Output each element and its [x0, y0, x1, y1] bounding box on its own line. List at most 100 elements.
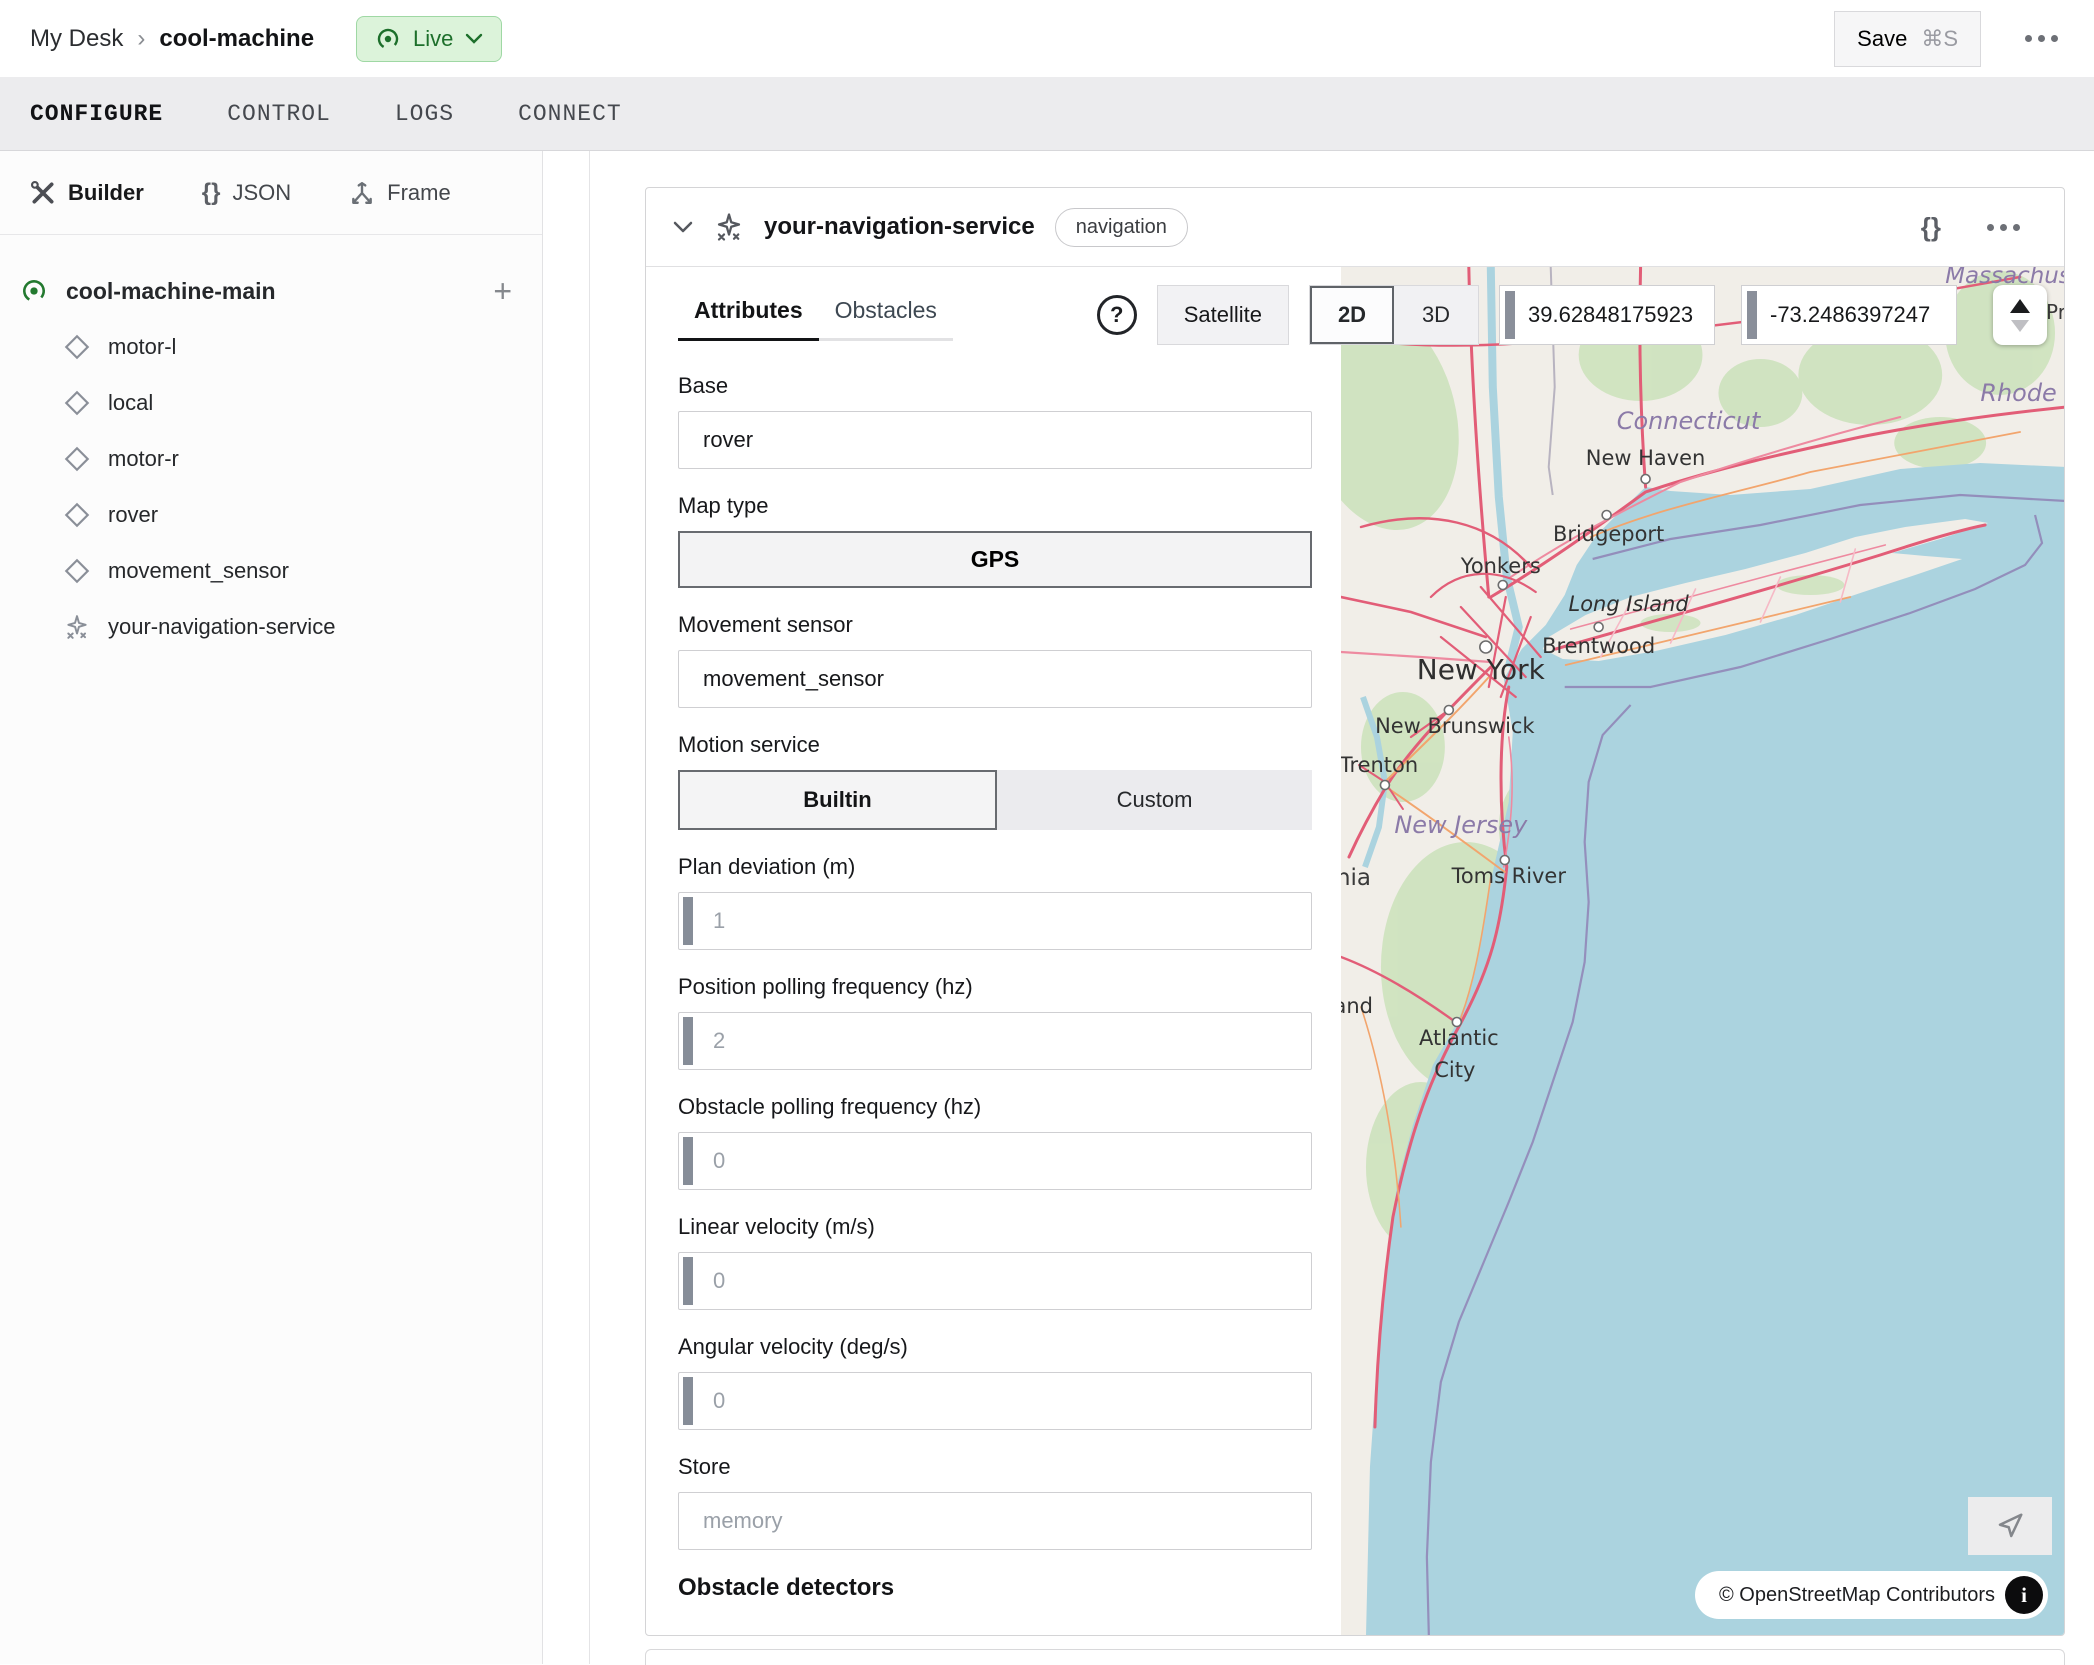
city-label: Toms River [1451, 864, 1567, 888]
linear-velocity-input[interactable] [678, 1252, 1312, 1310]
motion-builtin-option[interactable]: Builtin [678, 770, 997, 830]
obstacle-polling-label: Obstacle polling frequency (hz) [678, 1094, 1312, 1120]
view-frame[interactable]: Frame [349, 180, 451, 206]
city-label: Yonkers [1460, 554, 1541, 578]
live-label: Live [413, 26, 453, 52]
tab-attributes[interactable]: Attributes [678, 287, 819, 341]
map-type-label: Map type [678, 493, 1312, 519]
mode-3d-button[interactable]: 3D [1394, 286, 1478, 344]
angular-velocity-input[interactable] [678, 1372, 1312, 1430]
base-label: Base [678, 373, 1312, 399]
overflow-menu-icon[interactable] [2019, 29, 2064, 48]
main-content: your-navigation-service navigation {} [591, 151, 2094, 1664]
latitude-input[interactable] [1500, 286, 1714, 344]
tree-item-label: cool-machine-main [66, 278, 276, 305]
braces-icon: {} [202, 179, 221, 207]
motion-service-toggle: Builtin Custom [678, 770, 1312, 830]
store-input[interactable] [678, 1492, 1312, 1550]
tab-connect[interactable]: CONNECT [518, 101, 622, 127]
movement-sensor-input[interactable] [678, 650, 1312, 708]
card-menu-icon[interactable] [1981, 218, 2026, 237]
save-button[interactable]: Save ⌘S [1834, 11, 1981, 67]
component-diamond-icon [64, 446, 90, 472]
map-toolbar: ? Satellite 2D 3D [1097, 285, 2047, 345]
attributes-form: Attributes Obstacles Base Map type GPS M… [678, 267, 1312, 1602]
tree-item-machine[interactable]: cool-machine-main + [20, 263, 522, 319]
view-frame-label: Frame [387, 180, 451, 206]
tree-item-label: rover [108, 502, 158, 528]
city-label: Brentwood [1542, 634, 1655, 658]
coordinate-stepper[interactable] [1993, 285, 2047, 345]
info-icon[interactable]: i [2005, 1576, 2043, 1614]
state-label: Pennsylvania [1341, 865, 1371, 891]
collapse-chevron-icon[interactable] [672, 219, 694, 235]
tree-item-motor-r[interactable]: motor-r [20, 431, 522, 487]
live-status-dropdown[interactable]: Live [356, 16, 502, 62]
breadcrumb-root[interactable]: My Desk [30, 25, 123, 53]
motion-service-label: Motion service [678, 732, 1312, 758]
plan-deviation-input[interactable] [678, 892, 1312, 950]
longitude-input[interactable] [1742, 286, 1956, 344]
city-label: New Brunswick [1375, 714, 1535, 738]
attribution-text[interactable]: © OpenStreetMap Contributors [1719, 1584, 1995, 1607]
component-diamond-icon [64, 390, 90, 416]
next-card-edge[interactable] [645, 1649, 2065, 1665]
tree-item-local[interactable]: local [20, 375, 522, 431]
city-label: New York [1417, 653, 1546, 686]
plan-deviation-label: Plan deviation (m) [678, 854, 1312, 880]
position-polling-input[interactable] [678, 1012, 1312, 1070]
state-label: Connecticut [1617, 407, 1762, 435]
breadcrumb-separator-icon: › [137, 25, 145, 53]
tab-control[interactable]: CONTROL [227, 101, 331, 127]
machine-part-icon [20, 277, 48, 305]
city-label: Vineland [1341, 994, 1373, 1018]
component-diamond-icon [64, 502, 90, 528]
add-component-button[interactable]: + [483, 273, 522, 310]
tab-obstacles[interactable]: Obstacles [819, 287, 953, 341]
code-braces-icon[interactable]: {} [1921, 212, 1941, 243]
map-attribution: © OpenStreetMap Contributors i [1695, 1571, 2048, 1619]
tree-item-rover[interactable]: rover [20, 487, 522, 543]
satellite-toggle-button[interactable]: Satellite [1157, 285, 1289, 345]
view-json-label: JSON [232, 180, 291, 206]
tree-item-label: your-navigation-service [108, 614, 335, 640]
tree-item-navigation-service[interactable]: your-navigation-service [20, 599, 522, 655]
state-label: Rhode Island [1980, 379, 2065, 407]
step-up-icon [2010, 299, 2030, 313]
mode-2d-button[interactable]: 2D [1310, 286, 1394, 344]
card-tabs: Attributes Obstacles [678, 287, 953, 341]
service-type-badge: navigation [1055, 208, 1188, 247]
view-builder[interactable]: Builder [30, 180, 144, 206]
card-title: your-navigation-service [764, 213, 1035, 241]
panel-divider[interactable] [544, 151, 590, 1664]
tree-item-label: motor-r [108, 446, 179, 472]
latitude-input-wrap [1499, 285, 1715, 345]
obstacle-polling-input[interactable] [678, 1132, 1312, 1190]
navigation-map[interactable]: Massachusetts Connecticut Rhode Island N… [1341, 267, 2065, 1636]
step-down-icon [2011, 320, 2029, 332]
state-label: New Jersey [1394, 811, 1528, 839]
tab-logs[interactable]: LOGS [395, 101, 454, 127]
tree-item-label: movement_sensor [108, 558, 289, 584]
city-label: Atlantic [1419, 1026, 1499, 1050]
tree-item-movement-sensor[interactable]: movement_sensor [20, 543, 522, 599]
tools-icon [30, 180, 56, 206]
locate-me-button[interactable] [1968, 1497, 2052, 1555]
view-json[interactable]: {} JSON [202, 179, 291, 207]
city-label: City [1434, 1058, 1475, 1082]
base-input[interactable] [678, 411, 1312, 469]
tree-item-motor-l[interactable]: motor-l [20, 319, 522, 375]
linear-velocity-label: Linear velocity (m/s) [678, 1214, 1312, 1240]
frame-axes-icon [349, 180, 375, 206]
tree-item-label: local [108, 390, 153, 416]
store-label: Store [678, 1454, 1312, 1480]
help-button[interactable]: ? [1097, 295, 1137, 335]
motion-custom-option[interactable]: Custom [997, 770, 1312, 830]
tab-configure[interactable]: CONFIGURE [30, 101, 163, 127]
angular-velocity-label: Angular velocity (deg/s) [678, 1334, 1312, 1360]
sidebar: Builder {} JSON Frame cool-machine-main … [0, 151, 543, 1664]
component-diamond-icon [64, 558, 90, 584]
map-type-gps-button[interactable]: GPS [678, 531, 1312, 588]
card-header: your-navigation-service navigation {} [646, 188, 2064, 267]
view-switcher: Builder {} JSON Frame [0, 151, 542, 235]
